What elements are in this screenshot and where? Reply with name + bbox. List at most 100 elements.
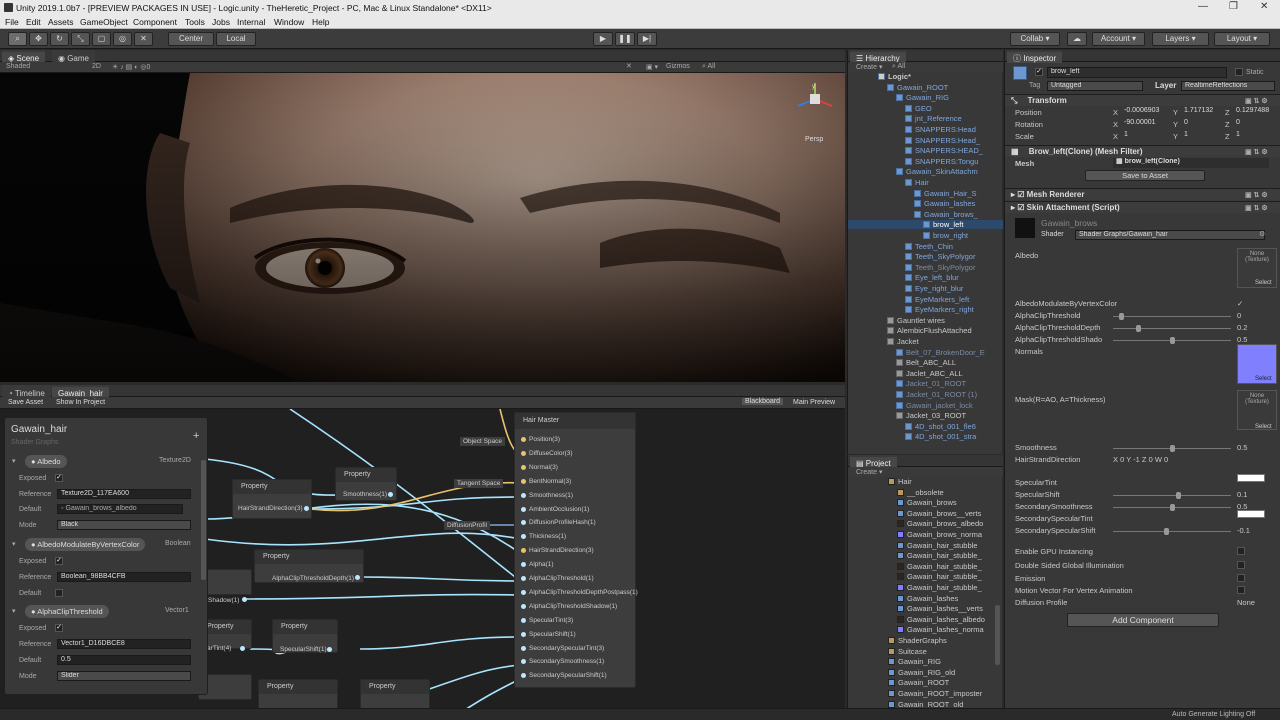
master-input-port[interactable] bbox=[521, 659, 526, 665]
add-component-button[interactable]: Add Component bbox=[1067, 613, 1219, 627]
prop-modulate-pill[interactable]: ● AlbedoModulateByVertexColor bbox=[25, 538, 146, 551]
cloud-icon[interactable]: ☁ bbox=[1067, 32, 1087, 46]
hierarchy-item[interactable]: Jaclet_ABC_ALL bbox=[848, 369, 1003, 378]
main-preview-toggle[interactable]: Main Preview bbox=[793, 399, 835, 406]
layer-dropdown[interactable]: RealtimeReflections bbox=[1181, 81, 1275, 91]
active-checkbox[interactable]: ✓ bbox=[1035, 68, 1043, 76]
hierarchy-item[interactable]: SNAPPERS:Head_ bbox=[848, 136, 1003, 145]
hierarchy-item[interactable]: jnt_Reference bbox=[848, 114, 1003, 123]
smoothness-port[interactable] bbox=[388, 492, 393, 497]
albedo-reference-field[interactable]: Texture2D_117EA600 bbox=[57, 489, 191, 499]
master-input-port[interactable] bbox=[521, 437, 526, 442]
step-button[interactable]: ▶| bbox=[637, 32, 657, 46]
hierarchy-item[interactable]: 4D_shot_001_fle6 bbox=[848, 422, 1003, 431]
menu-component[interactable]: Component bbox=[133, 17, 177, 27]
scale-tool-icon[interactable]: ⤡ bbox=[71, 32, 90, 46]
menu-edit[interactable]: Edit bbox=[26, 17, 41, 27]
position-x-field[interactable]: -0.0006903 bbox=[1121, 107, 1171, 117]
camera-icon[interactable]: ▣ ▾ bbox=[646, 63, 658, 71]
play-button[interactable]: ▶ bbox=[593, 32, 613, 46]
rotate-tool-icon[interactable]: ↻ bbox=[50, 32, 69, 46]
property-value-field[interactable]: X 0 Y -1 Z 0 W 0 bbox=[1113, 455, 1168, 464]
specular-shift-port[interactable] bbox=[327, 647, 332, 652]
master-input-port[interactable] bbox=[521, 520, 526, 526]
hierarchy-item[interactable]: Eye_left_blur bbox=[848, 273, 1003, 282]
position-y-field[interactable]: 1.717132 bbox=[1181, 107, 1229, 117]
hierarchy-item[interactable]: AlembicFlushAttached bbox=[848, 326, 1003, 335]
project-item[interactable]: Gawain_hair_stubble_ bbox=[848, 572, 996, 581]
tools-icon[interactable]: ✕ bbox=[626, 62, 632, 70]
slider-track[interactable] bbox=[1113, 531, 1231, 532]
hierarchy-item[interactable]: Gawain_jacket_lock bbox=[848, 401, 1003, 410]
hair-strand-port[interactable] bbox=[304, 506, 309, 511]
scale-z-field[interactable]: 1 bbox=[1233, 131, 1280, 141]
expand-arrow-icon[interactable]: ▾ bbox=[12, 540, 16, 548]
master-input-port[interactable] bbox=[521, 589, 526, 595]
project-item[interactable]: Gawain_RIG bbox=[848, 657, 996, 666]
smoothness-pill[interactable]: Smoothness(1) bbox=[343, 491, 387, 498]
scale-y-field[interactable]: 1 bbox=[1181, 131, 1229, 141]
property-checkbox[interactable] bbox=[1237, 574, 1245, 582]
project-item[interactable]: Gawain_lashes__verts bbox=[848, 604, 996, 613]
project-item[interactable]: Gawain_brows__verts bbox=[848, 509, 996, 518]
slider-thumb[interactable] bbox=[1170, 445, 1175, 452]
hierarchy-item[interactable]: Belt_ABC_ALL bbox=[848, 358, 1003, 367]
expand-arrow-icon[interactable]: ▸ bbox=[1011, 190, 1015, 199]
hierarchy-item[interactable]: SNAPPERS:Head bbox=[848, 125, 1003, 134]
prop-albedo-pill[interactable]: ● Albedo bbox=[25, 455, 67, 468]
hierarchy-item[interactable]: Jacket_03_ROOT bbox=[848, 411, 1003, 420]
save-to-asset-button[interactable]: Save to Asset bbox=[1085, 170, 1205, 181]
hierarchy-item[interactable]: GEO bbox=[848, 104, 1003, 113]
albedo-select-button[interactable]: Select bbox=[1255, 280, 1272, 286]
project-item[interactable]: __obsolete bbox=[848, 488, 996, 497]
project-item[interactable]: Gawain_RIG_old bbox=[848, 668, 996, 677]
hierarchy-item[interactable]: Gawain_lashes bbox=[848, 199, 1003, 208]
prop-alphaclip-pill[interactable]: ● AlphaClipThreshold bbox=[25, 605, 109, 618]
pivot-local-button[interactable]: Local bbox=[216, 32, 256, 46]
transform-header[interactable]: ⤡ Transform ▣ ⇅ ⚙ bbox=[1005, 94, 1280, 106]
hierarchy-item[interactable]: EyeMarkers_left bbox=[848, 295, 1003, 304]
master-input-port[interactable] bbox=[521, 506, 526, 512]
project-create-dropdown[interactable]: Create ▾ bbox=[856, 468, 882, 476]
project-item[interactable]: Hair bbox=[848, 477, 996, 486]
slider-thumb[interactable] bbox=[1118, 313, 1124, 320]
pause-button[interactable]: ❚❚ bbox=[615, 32, 635, 46]
position-z-field[interactable]: 0.1297488 bbox=[1233, 107, 1280, 117]
show-in-project-button[interactable]: Show In Project bbox=[56, 399, 105, 406]
blackboard-toggle[interactable]: Blackboard bbox=[742, 398, 784, 405]
hierarchy-item[interactable]: Jacket_01_ROOT bbox=[848, 379, 1003, 388]
hierarchy-item[interactable]: Gawain_brows_ bbox=[848, 210, 1003, 219]
hierarchy-item[interactable]: Teeth_SkyPolygor bbox=[848, 252, 1003, 261]
secondary-specular-tint-swatch[interactable] bbox=[1237, 510, 1265, 518]
expand-arrow-icon[interactable]: ▾ bbox=[12, 457, 16, 465]
component-settings-icon[interactable]: ▣ ⇅ ⚙ bbox=[1245, 96, 1268, 107]
master-input-port[interactable] bbox=[521, 548, 526, 554]
project-item[interactable]: Gawain_hair_stubble bbox=[848, 541, 996, 550]
tag-dropdown[interactable]: Untagged bbox=[1047, 81, 1143, 91]
property-checkbox[interactable] bbox=[1237, 547, 1245, 555]
lighting-toggle-icon[interactable]: ☀ ♪ ▤ ◐ ◎0 bbox=[112, 63, 150, 71]
scene-search-input[interactable]: ⌕ All bbox=[702, 63, 715, 71]
move-tool-icon[interactable]: ✥ bbox=[29, 32, 48, 46]
project-item[interactable]: ShaderGraphs bbox=[848, 636, 996, 645]
property-value-field[interactable]: 0.5 bbox=[1237, 443, 1247, 452]
hierarchy-item[interactable]: Jacket_01_ROOT (1) bbox=[848, 390, 1003, 399]
normals-select-button[interactable]: Select bbox=[1255, 376, 1272, 382]
menu-file[interactable]: File bbox=[5, 17, 19, 27]
project-item[interactable]: Gawain_lashes bbox=[848, 594, 996, 603]
shading-mode-dropdown[interactable]: Shaded bbox=[6, 63, 30, 70]
alphaclip-depth-pill[interactable]: AlphaClipThresholdDepth(1) bbox=[272, 575, 354, 582]
prop-alphaclip-header[interactable]: ▾ ● AlphaClipThreshold Vector1 bbox=[9, 605, 199, 618]
add-property-icon[interactable]: + bbox=[193, 430, 199, 442]
property-value-field[interactable]: 0.2 bbox=[1237, 323, 1247, 332]
rect-tool-icon[interactable]: ▢ bbox=[92, 32, 111, 46]
project-item[interactable]: Gawain_ROOT_imposter bbox=[848, 689, 996, 698]
master-input-port[interactable] bbox=[521, 673, 526, 679]
skin-attachment-checkbox[interactable]: ☑ bbox=[1017, 203, 1024, 212]
hierarchy-item[interactable]: Teeth_SkyPolygor bbox=[848, 263, 1003, 272]
project-item[interactable]: Suitcase bbox=[848, 647, 996, 656]
property-checkbox[interactable] bbox=[1237, 561, 1245, 569]
project-item[interactable]: Gawain_hair_stubble_ bbox=[848, 583, 996, 592]
menu-help[interactable]: Help bbox=[312, 17, 329, 27]
transform-tool-icon[interactable]: ◎ bbox=[113, 32, 132, 46]
